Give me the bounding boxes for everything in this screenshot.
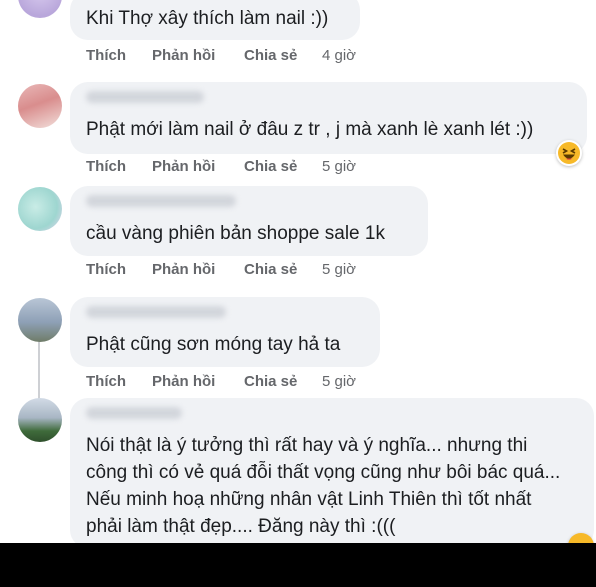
- commenter-name[interactable]: [86, 195, 236, 207]
- commenter-name[interactable]: [86, 407, 182, 419]
- avatar[interactable]: [18, 187, 62, 231]
- reply-button[interactable]: Phản hồi: [152, 372, 215, 392]
- like-button[interactable]: Thích: [86, 46, 126, 66]
- like-button[interactable]: Thích: [86, 157, 126, 177]
- comment-actions: Thích Phản hồi Chia sẻ 5 giờ: [86, 260, 386, 280]
- avatar[interactable]: [18, 398, 62, 442]
- comment-bubble: Phật cũng sơn móng tay hả ta: [70, 297, 380, 367]
- commenter-name[interactable]: [86, 306, 226, 318]
- share-button[interactable]: Chia sẻ: [244, 260, 297, 280]
- reply-button[interactable]: Phản hồi: [152, 157, 215, 177]
- comment-bubble: Nói thật là ý tưởng thì rất hay và ý ngh…: [70, 398, 594, 548]
- share-button[interactable]: Chia sẻ: [244, 46, 297, 66]
- comment-bubble: cầu vàng phiên bản shoppe sale 1k: [70, 186, 428, 256]
- comment-text: Phật cũng sơn móng tay hả ta: [86, 334, 341, 355]
- reply-button[interactable]: Phản hồi: [152, 260, 215, 280]
- comment-text-line: phải làm thật đẹp.... Đăng này thì :(((: [86, 516, 396, 537]
- comment-bubble: Phật mới làm nail ở đâu z tr , j mà xanh…: [70, 82, 587, 154]
- comment-text: Khi Thợ xây thích làm nail :)): [86, 8, 329, 29]
- comment-timestamp[interactable]: 5 giờ: [322, 157, 356, 177]
- share-button[interactable]: Chia sẻ: [244, 157, 297, 177]
- reply-button[interactable]: Phản hồi: [152, 46, 215, 66]
- comment-bubble: Khi Thợ xây thích làm nail :)): [70, 0, 360, 40]
- comment-text-line: Nói thật là ý tưởng thì rất hay và ý ngh…: [86, 435, 528, 456]
- comment-actions: Thích Phản hồi Chia sẻ 4 giờ: [86, 46, 386, 66]
- comment-text-line: công thì có vẻ quá đỗi thất vọng cũng nh…: [86, 462, 561, 483]
- avatar[interactable]: [18, 298, 62, 342]
- comment-timestamp[interactable]: 5 giờ: [322, 260, 356, 280]
- like-button[interactable]: Thích: [86, 260, 126, 280]
- comment-timestamp[interactable]: 4 giờ: [322, 46, 356, 66]
- commenter-name[interactable]: [86, 91, 204, 103]
- bottom-black-bar: [0, 543, 596, 587]
- comment-actions: Thích Phản hồi Chia sẻ 5 giờ: [86, 372, 386, 392]
- comment-actions: Thích Phản hồi Chia sẻ 5 giờ: [86, 157, 386, 177]
- comment-text: cầu vàng phiên bản shoppe sale 1k: [86, 223, 385, 244]
- like-button[interactable]: Thích: [86, 372, 126, 392]
- comment-text-line: Nếu minh hoạ những nhân vật Linh Thiên t…: [86, 489, 532, 510]
- avatar[interactable]: [18, 84, 62, 128]
- haha-emoji-icon[interactable]: [556, 140, 582, 166]
- share-button[interactable]: Chia sẻ: [244, 372, 297, 392]
- avatar[interactable]: [18, 0, 62, 18]
- comment-text: Phật mới làm nail ở đâu z tr , j mà xanh…: [86, 119, 534, 140]
- comment-timestamp[interactable]: 5 giờ: [322, 372, 356, 392]
